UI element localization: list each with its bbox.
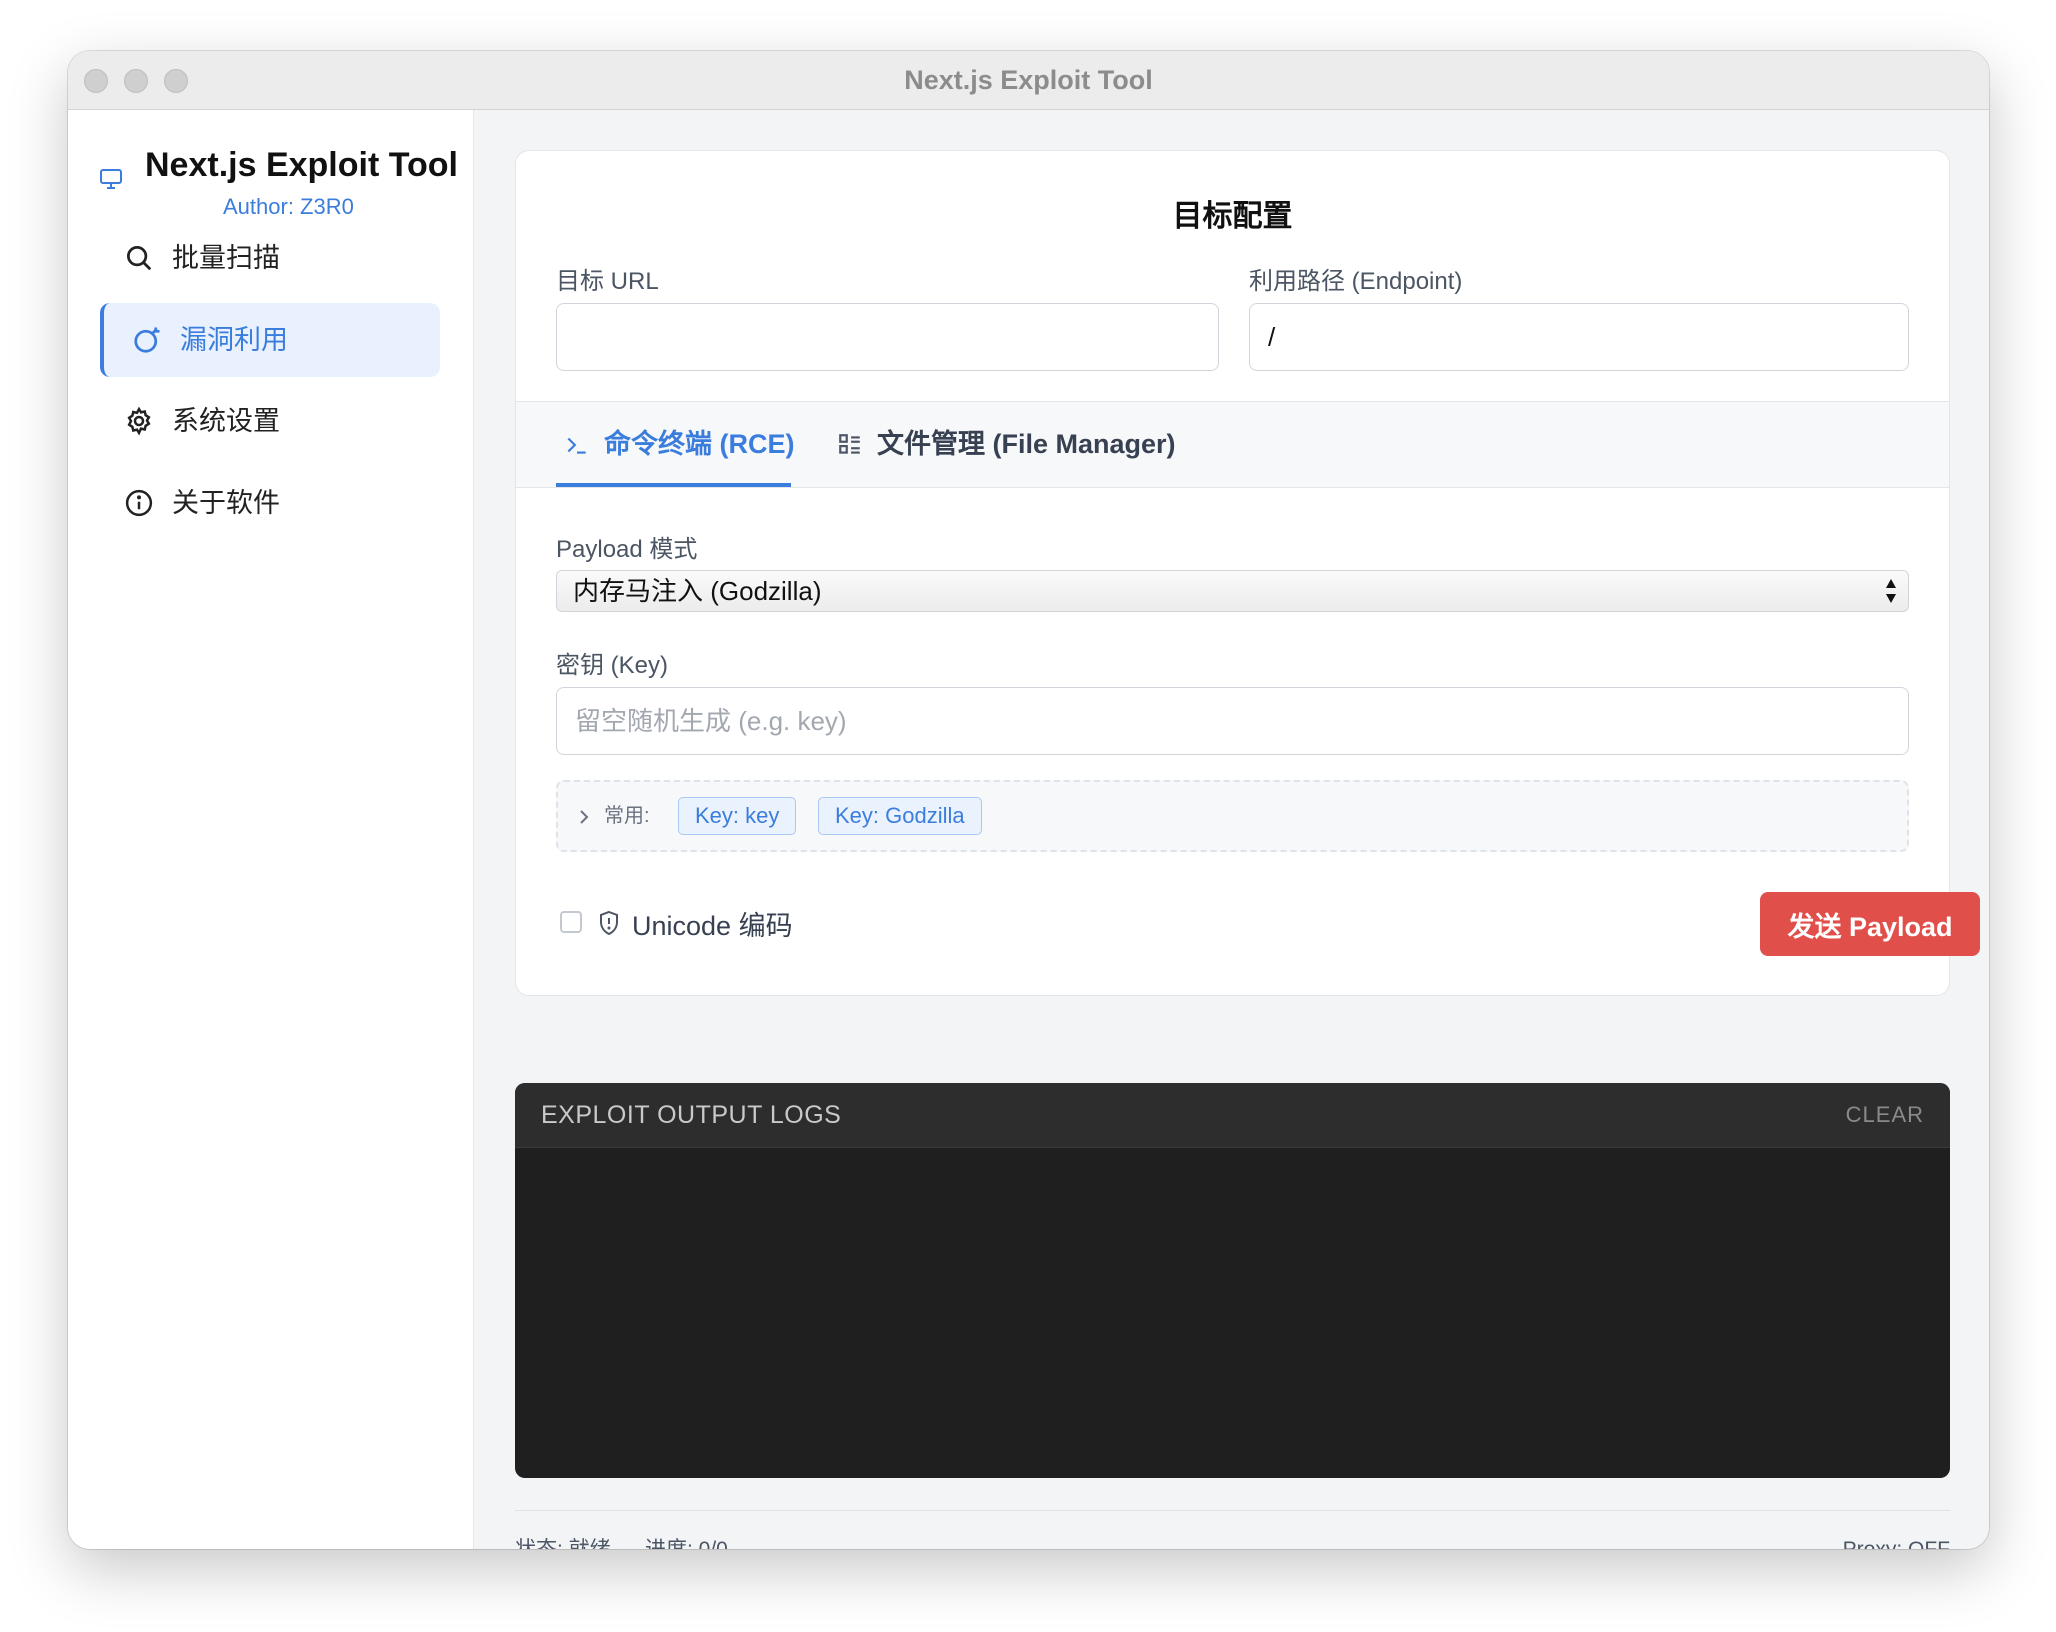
app-brand-title: Next.js Exploit Tool [145,146,458,184]
payload-mode-label: Payload 模式 [556,536,698,563]
search-icon [127,246,152,271]
tab-bar: 命令终端 (RCE) 文件管理 (File Manager) [516,401,1949,488]
key-label: 密钥 (Key) [556,652,669,679]
sidebar-item-settings[interactable]: 系统设置 [100,384,440,458]
send-payload-button[interactable]: 发送 Payload [1760,892,1980,956]
main-panel: 目标配置 目标 URL 利用路径 (Endpoint) 命令终端 (RCE) 文… [474,110,1989,1549]
sidebar-item-label: 批量扫描 [172,243,280,273]
tab-label: 文件管理 (File Manager) [877,429,1176,459]
sidebar-item-about[interactable]: 关于软件 [100,466,440,540]
bomb-icon [134,327,160,353]
unicode-encode-label: Unicode 编码 [632,911,793,941]
info-icon [125,489,153,517]
exploit-output-logs: EXPLOIT OUTPUT LOGS CLEAR [515,1083,1950,1478]
common-label: 常用: [604,805,650,827]
app-window: Next.js Exploit Tool Next.js Exploit Too… [68,51,1989,1549]
target-config-title: 目标配置 [1172,200,1293,233]
status-proxy: Proxy: OFF [1843,1511,1950,1549]
sidebar-item-label: 系统设置 [172,406,280,436]
tab-rce[interactable]: 命令终端 (RCE) [556,402,795,487]
exploit-config-card: 目标配置 目标 URL 利用路径 (Endpoint) 命令终端 (RCE) 文… [515,150,1980,996]
window-title: Next.js Exploit Tool [904,65,1153,95]
chevron-right-icon[interactable] [578,808,590,826]
target-url-input[interactable] [556,303,1219,371]
key-input[interactable] [556,687,1909,755]
sidebar-item-label: 关于软件 [172,488,280,518]
gear-icon [127,406,151,436]
status-state: 状态: 就绪 [515,1511,611,1549]
common-keys-row: 常用: Key: key Key: Godzilla [556,780,1909,852]
sidebar-item-exploit[interactable]: 漏洞利用 [100,303,440,377]
monitor-icon [100,169,122,189]
shield-icon [600,910,618,936]
clear-logs-button[interactable]: CLEAR [1846,1083,1924,1147]
logs-title: EXPLOIT OUTPUT LOGS [541,1101,842,1129]
tab-file-manager[interactable]: 文件管理 (File Manager) [829,402,1176,487]
key-chip-key[interactable]: Key: key [678,797,797,835]
endpoint-input[interactable] [1249,303,1909,371]
sidebar-item-label: 漏洞利用 [180,325,288,355]
sidebar: Next.js Exploit Tool Author: Z3R0 批量扫描 漏… [68,110,474,1549]
title-bar: Next.js Exploit Tool [68,51,1989,110]
status-bar: 状态: 就绪 进度: 0/0 Proxy: OFF [515,1510,1950,1549]
sidebar-item-batch-scan[interactable]: 批量扫描 [100,221,440,295]
endpoint-label: 利用路径 (Endpoint) [1249,268,1463,295]
logs-header: EXPLOIT OUTPUT LOGS CLEAR [515,1083,1950,1148]
tab-label: 命令终端 (RCE) [604,429,795,459]
file-list-icon [839,434,860,454]
terminal-icon [567,437,586,454]
logs-body[interactable] [515,1148,1950,1478]
payload-mode-select[interactable]: 内存马注入 (Godzilla) [556,570,1909,612]
payload-mode-value: 内存马注入 (Godzilla) [573,576,822,606]
target-url-label: 目标 URL [556,268,659,295]
unicode-checkbox[interactable] [560,911,582,933]
select-arrows-icon [1886,579,1896,603]
author-label: Author: Z3R0 [223,194,354,219]
status-progress: 进度: 0/0 [645,1511,728,1549]
key-chip-godzilla[interactable]: Key: Godzilla [818,797,982,835]
